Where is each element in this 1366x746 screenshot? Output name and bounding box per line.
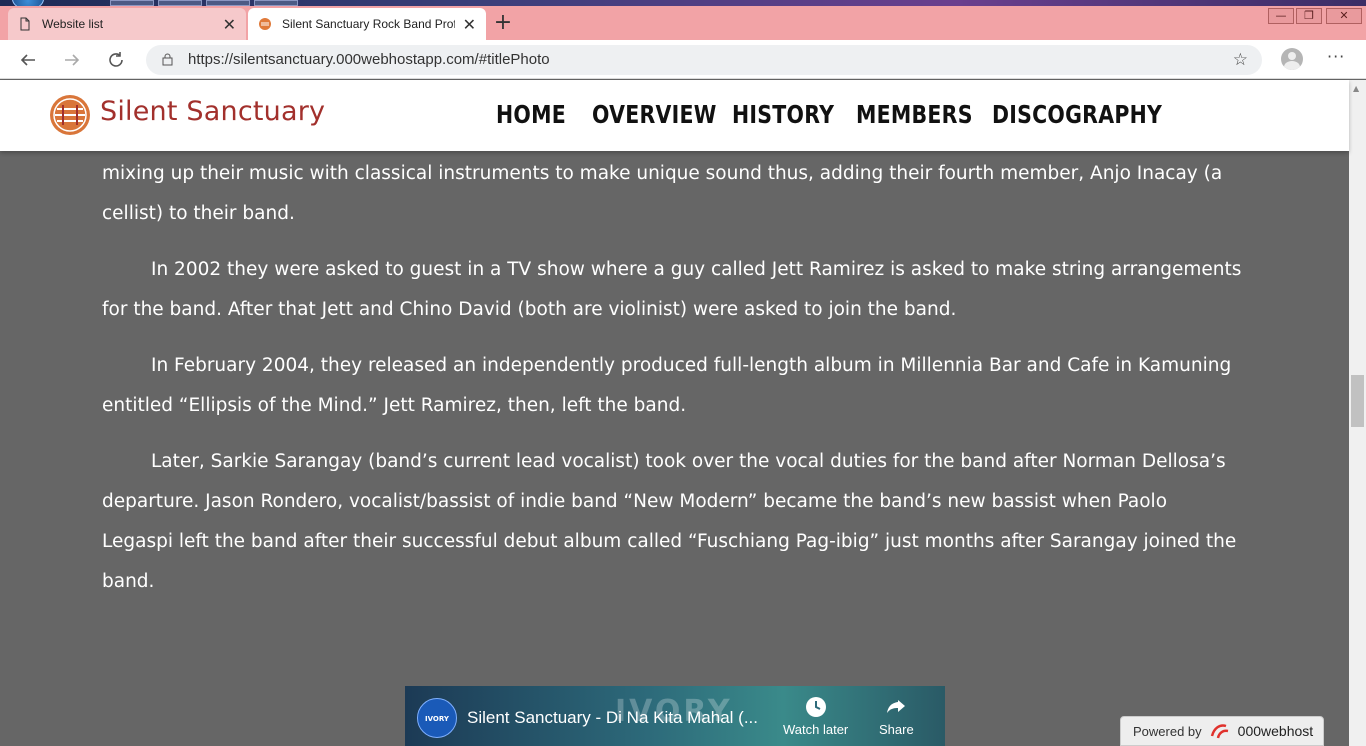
history-paragraph: mixing up their music with classical ins…	[102, 163, 1223, 224]
address-bar[interactable]: https://silentsanctuary.000webhostapp.co…	[146, 45, 1262, 75]
tab-title: Silent Sanctuary Rock Band Profi	[282, 17, 455, 31]
clock-icon	[805, 697, 826, 717]
watch-later-button[interactable]: Watch later	[783, 696, 848, 737]
scroll-up-arrow-icon[interactable]: ▲	[1353, 84, 1359, 93]
share-arrow-icon	[887, 700, 906, 713]
document-icon	[20, 17, 30, 31]
profile-avatar-icon[interactable]	[1281, 48, 1303, 70]
tab-website-list[interactable]: Website list ✕	[8, 8, 246, 40]
nav-overview[interactable]: OVERVIEW	[592, 100, 717, 129]
more-menu-icon[interactable]: ···	[1327, 47, 1345, 66]
close-window-button[interactable]: ✕	[1326, 8, 1362, 24]
history-paragraph: In 2002 they were asked to guest in a TV…	[102, 259, 1242, 320]
nav-discography[interactable]: DISCOGRAPHY	[992, 100, 1162, 129]
watch-later-label: Watch later	[783, 722, 849, 737]
os-title-bar: Website list ✕ Silent Sanctuary Rock Ban…	[0, 0, 1366, 40]
arrow-right-icon	[65, 54, 80, 66]
site-favicon-icon	[259, 18, 271, 30]
powered-by-label: Powered by	[1133, 723, 1202, 739]
site-header: Silent Sanctuary HOME OVERVIEW HISTORY M…	[0, 80, 1349, 151]
close-tab-icon[interactable]: ✕	[223, 15, 236, 34]
share-button[interactable]: Share	[879, 696, 914, 737]
nav-members[interactable]: MEMBERS	[856, 100, 973, 129]
tab-title: Website list	[42, 17, 104, 31]
powered-by-badge[interactable]: Powered by 000webhost	[1120, 716, 1324, 746]
forward-button[interactable]	[60, 48, 84, 72]
new-tab-button[interactable]: +	[489, 10, 517, 38]
history-content: mixing up their music with classical ins…	[102, 154, 1242, 618]
add-favorite-icon[interactable]: ☆	[1233, 50, 1248, 70]
url-text[interactable]: https://silentsanctuary.000webhostapp.co…	[188, 51, 550, 68]
000webhost-logo-icon	[1210, 724, 1228, 739]
history-paragraph: Later, Sarkie Sarangay (band’s current l…	[102, 451, 1237, 592]
video-title[interactable]: Silent Sanctuary - Di Na Kita Mahal (...	[467, 708, 758, 728]
address-toolbar: https://silentsanctuary.000webhostapp.co…	[0, 40, 1366, 79]
site-logo-text[interactable]: Silent Sanctuary	[100, 96, 325, 127]
youtube-embed[interactable]: IVORY IVORY Silent Sanctuary - Di Na Kit…	[405, 686, 945, 746]
channel-avatar[interactable]: IVORY	[417, 698, 457, 738]
tab-silent-sanctuary[interactable]: Silent Sanctuary Rock Band Profi ✕	[248, 8, 486, 40]
band-logo-icon[interactable]	[49, 94, 91, 136]
back-button[interactable]	[16, 48, 40, 72]
share-label: Share	[879, 722, 914, 737]
nav-home[interactable]: HOME	[496, 100, 566, 129]
scrollbar-thumb[interactable]	[1351, 375, 1364, 427]
history-paragraph: In February 2004, they released an indep…	[102, 355, 1232, 416]
reload-icon	[109, 52, 123, 67]
powered-by-brand: 000webhost	[1237, 723, 1314, 739]
lock-icon[interactable]	[162, 53, 173, 66]
minimize-button[interactable]: —	[1268, 8, 1294, 24]
close-tab-icon[interactable]: ✕	[463, 15, 476, 34]
arrow-left-icon	[20, 54, 35, 66]
nav-history[interactable]: HISTORY	[732, 100, 834, 129]
restore-button[interactable]: ❐	[1296, 8, 1322, 24]
reload-button[interactable]	[104, 48, 128, 72]
